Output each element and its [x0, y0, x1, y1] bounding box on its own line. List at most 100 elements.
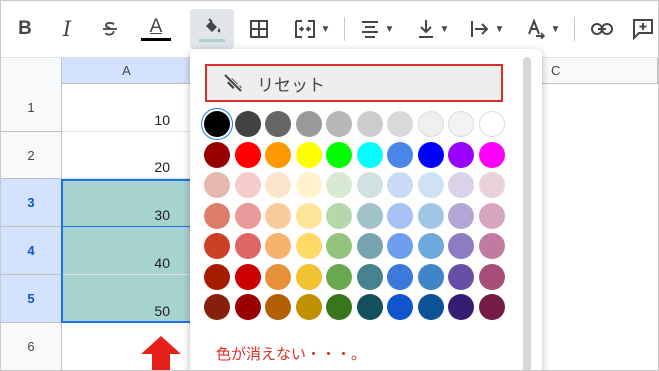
color-swatch[interactable]: [448, 202, 474, 229]
insert-link-button[interactable]: [586, 13, 618, 45]
fill-color-palette-popup: リセット 色が消えない・・・。: [190, 49, 542, 370]
color-swatch[interactable]: [234, 172, 261, 198]
color-swatch[interactable]: [326, 233, 352, 259]
color-swatch[interactable]: [265, 172, 291, 198]
borders-button[interactable]: [244, 13, 274, 45]
color-swatch[interactable]: [204, 263, 230, 290]
bold-button[interactable]: B: [9, 13, 41, 45]
color-swatch[interactable]: [326, 111, 352, 137]
select-all-corner[interactable]: [1, 58, 62, 85]
color-swatch[interactable]: [234, 294, 261, 320]
row-header-4[interactable]: 4: [1, 227, 62, 275]
color-swatch[interactable]: [356, 294, 383, 320]
color-swatch[interactable]: [387, 233, 413, 259]
color-swatch[interactable]: [417, 111, 444, 137]
color-swatch[interactable]: [295, 294, 322, 320]
color-swatch[interactable]: [478, 294, 505, 320]
horizontal-align-icon: [361, 21, 378, 38]
row-header-5[interactable]: 5: [1, 275, 62, 323]
color-swatch[interactable]: [448, 233, 474, 259]
insert-comment-button[interactable]: [628, 13, 658, 45]
color-swatch[interactable]: [265, 294, 291, 320]
fill-color-button[interactable]: [190, 9, 234, 49]
cell-a2[interactable]: 20: [62, 132, 191, 179]
row-header-6[interactable]: 6: [1, 323, 62, 370]
italic-button[interactable]: I: [51, 13, 83, 45]
color-swatch[interactable]: [204, 233, 230, 259]
color-swatch[interactable]: [326, 263, 352, 290]
color-swatch[interactable]: [356, 233, 383, 259]
color-swatch[interactable]: [387, 141, 413, 168]
color-swatch[interactable]: [417, 233, 444, 259]
color-swatch[interactable]: [204, 141, 230, 168]
vertical-align-button[interactable]: ▼: [409, 13, 457, 45]
color-swatch[interactable]: [356, 172, 383, 198]
color-swatch[interactable]: [448, 263, 474, 290]
color-swatch[interactable]: [478, 111, 505, 137]
text-wrapping-button[interactable]: ▼: [463, 13, 511, 45]
color-swatch[interactable]: [204, 172, 230, 198]
color-swatch[interactable]: [448, 141, 474, 168]
color-swatch[interactable]: [265, 233, 291, 259]
row-header-2[interactable]: 2: [1, 132, 62, 179]
color-swatch[interactable]: [295, 111, 322, 137]
color-swatch[interactable]: [417, 172, 444, 198]
color-swatch[interactable]: [448, 294, 474, 320]
color-swatch[interactable]: [234, 141, 261, 168]
color-swatch[interactable]: [234, 263, 261, 290]
color-swatch[interactable]: [234, 111, 261, 137]
color-swatch[interactable]: [204, 294, 230, 320]
color-swatch[interactable]: [387, 202, 413, 229]
cell-a1[interactable]: 10: [62, 84, 191, 132]
color-swatch[interactable]: [326, 294, 352, 320]
color-swatch[interactable]: [295, 263, 322, 290]
color-swatch[interactable]: [295, 141, 322, 168]
color-swatch[interactable]: [234, 202, 261, 229]
color-swatch[interactable]: [326, 202, 352, 229]
color-swatch[interactable]: [295, 172, 322, 198]
no-fill-icon: [223, 73, 243, 93]
color-swatch-selected[interactable]: [204, 111, 230, 137]
column-header-a[interactable]: A: [62, 58, 192, 84]
horizontal-align-button[interactable]: ▼: [353, 13, 401, 45]
color-swatch[interactable]: [326, 172, 352, 198]
color-swatch[interactable]: [387, 172, 413, 198]
color-swatch[interactable]: [417, 202, 444, 229]
row-header-3[interactable]: 3: [1, 179, 62, 227]
color-swatch[interactable]: [326, 141, 352, 168]
color-swatch[interactable]: [387, 294, 413, 320]
color-swatch[interactable]: [356, 111, 383, 137]
color-swatch[interactable]: [387, 263, 413, 290]
color-swatch[interactable]: [295, 233, 322, 259]
color-swatch[interactable]: [478, 172, 505, 198]
color-swatch[interactable]: [478, 263, 505, 290]
color-swatch[interactable]: [356, 202, 383, 229]
color-swatch[interactable]: [204, 202, 230, 229]
merge-cells-icon: [294, 20, 315, 38]
chevron-down-icon: ▼: [494, 23, 505, 35]
color-swatch[interactable]: [387, 111, 413, 137]
color-swatch[interactable]: [478, 141, 505, 168]
row-header-1[interactable]: 1: [1, 84, 62, 132]
color-swatch[interactable]: [265, 111, 291, 137]
color-swatch[interactable]: [417, 141, 444, 168]
text-rotation-button[interactable]: ▼: [519, 13, 567, 45]
color-swatch[interactable]: [265, 263, 291, 290]
color-swatch[interactable]: [448, 111, 474, 137]
color-swatch[interactable]: [265, 141, 291, 168]
reset-button[interactable]: リセット: [205, 64, 503, 102]
color-swatch[interactable]: [356, 141, 383, 168]
color-swatch[interactable]: [417, 294, 444, 320]
color-swatch[interactable]: [295, 202, 322, 229]
color-swatch[interactable]: [265, 202, 291, 229]
color-swatch[interactable]: [448, 172, 474, 198]
color-swatch[interactable]: [417, 263, 444, 290]
color-swatch[interactable]: [234, 233, 261, 259]
merge-cells-button[interactable]: ▼: [286, 13, 338, 45]
color-swatch[interactable]: [478, 202, 505, 229]
color-swatch[interactable]: [478, 233, 505, 259]
popup-scrollbar[interactable]: [523, 57, 531, 370]
text-color-button[interactable]: A: [138, 13, 174, 45]
color-swatch[interactable]: [356, 263, 383, 290]
strikethrough-button[interactable]: [94, 13, 126, 45]
